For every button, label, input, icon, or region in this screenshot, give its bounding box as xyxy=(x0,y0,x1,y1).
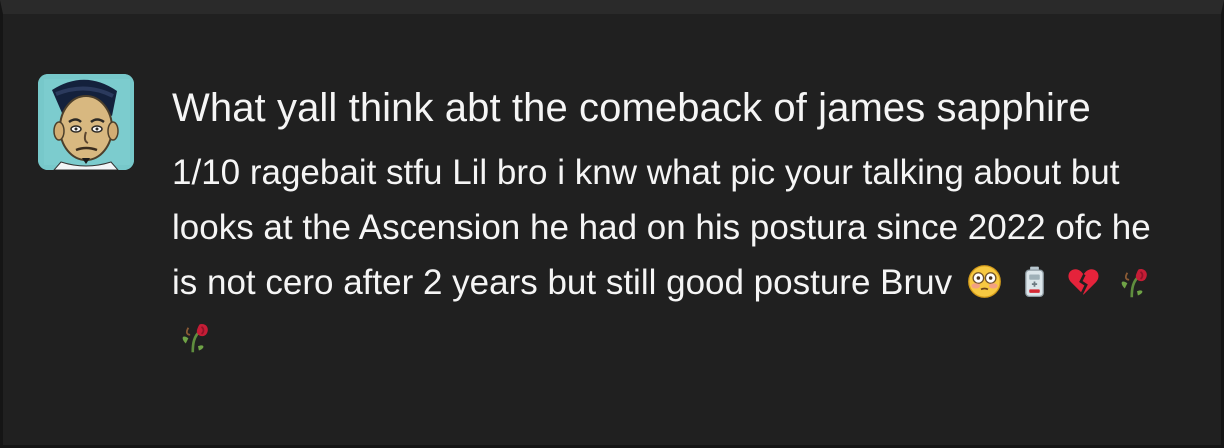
battery-emoji xyxy=(1017,260,1052,298)
broken-heart-emoji xyxy=(1066,260,1101,295)
comment-text: 1/10 ragebait stfu Lil bro i knw what pi… xyxy=(172,153,1151,302)
post-title: What yall think abt the comeback of jame… xyxy=(172,86,1091,130)
comment-content: What yall think abt the comeback of jame… xyxy=(172,74,1182,365)
cartoon-man-avatar-icon xyxy=(38,74,134,170)
comment-body: 1/10 ragebait stfu Lil bro i knw what pi… xyxy=(172,145,1182,365)
wilted-rose-emoji xyxy=(1116,260,1151,298)
avatar[interactable] xyxy=(38,74,134,170)
wilted-rose-emoji xyxy=(177,315,212,353)
comment-item: What yall think abt the comeback of jame… xyxy=(38,74,1188,365)
flushed-face-emoji xyxy=(967,260,1002,298)
comment-panel: What yall think abt the comeback of jame… xyxy=(0,0,1224,448)
